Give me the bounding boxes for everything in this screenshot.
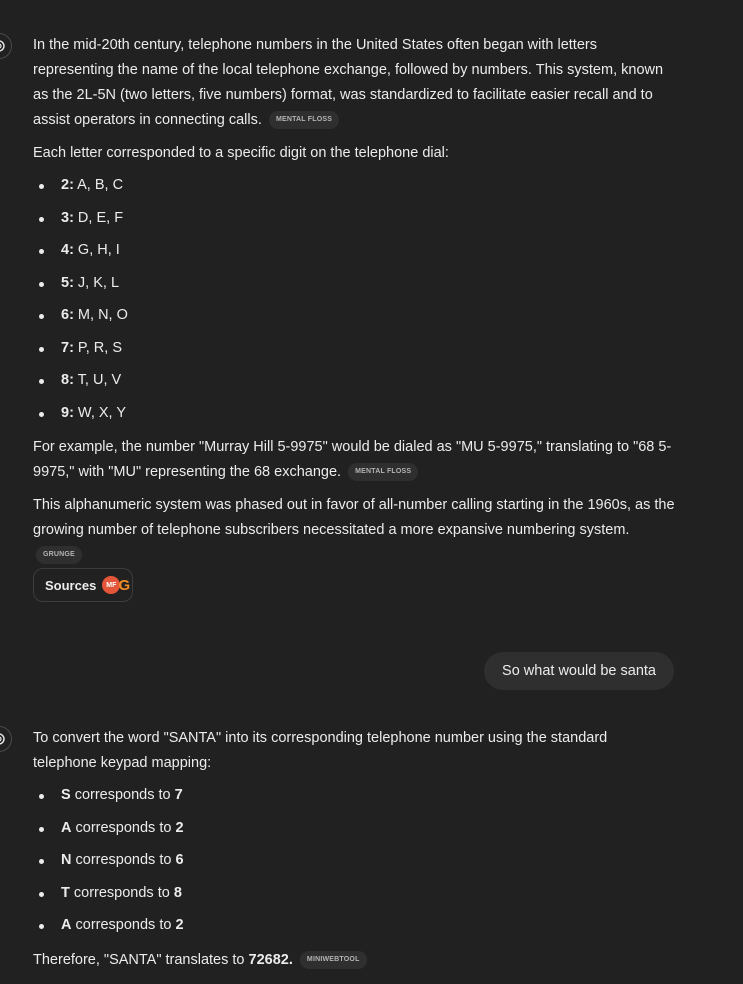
grunge-favicon-icon: G — [118, 576, 131, 594]
paragraph: Each letter corresponded to a specific d… — [33, 145, 449, 161]
user-message-text: So what would be santa — [502, 663, 656, 679]
openai-logo-icon — [0, 733, 5, 745]
user-message-bubble: So what would be santa — [484, 652, 674, 690]
list-item: 9: W, X, Y — [33, 401, 678, 434]
dial-list: 2: A, B, C 3: D, E, F 4: G, H, I 5: J, K… — [33, 173, 678, 433]
citation-pill-miniwebtool[interactable]: MINIWEBTOOL — [299, 950, 367, 969]
conclusion-number: 72682. — [248, 951, 293, 968]
citation-pill-grunge[interactable]: GRUNGE — [36, 546, 82, 565]
assistant-message-1: In the mid-20th century, telephone numbe… — [33, 33, 678, 568]
list-item: 7: P, R, S — [33, 336, 678, 369]
paragraph: In the mid-20th century, telephone numbe… — [33, 33, 678, 133]
list-item: 6: M, N, O — [33, 303, 678, 336]
list-item: A corresponds to 2 — [33, 816, 633, 849]
mapping-list: S corresponds to 7 A corresponds to 2 N … — [33, 783, 633, 946]
assistant-avatar — [0, 726, 12, 752]
list-item: 4: G, H, I — [33, 238, 678, 271]
openai-logo-icon — [0, 40, 5, 52]
list-item: 8: T, U, V — [33, 368, 678, 401]
conclusion: Therefore, "SANTA" translates to 72682. … — [33, 948, 633, 973]
source-favicons: MF G — [102, 576, 131, 594]
paragraph: To convert the word "SANTA" into its cor… — [33, 730, 608, 771]
assistant-message-2: To convert the word "SANTA" into its cor… — [33, 726, 633, 973]
paragraph: For example, the number "Murray Hill 5-9… — [33, 439, 672, 482]
list-item: 3: D, E, F — [33, 206, 678, 239]
list-item: 5: J, K, L — [33, 271, 678, 304]
sources-button[interactable]: Sources MF G — [33, 568, 133, 602]
sources-label: Sources — [45, 577, 97, 593]
paragraph: This alphanumeric system was phased out … — [33, 493, 678, 568]
list-item: A corresponds to 2 — [33, 913, 633, 946]
list-item: 2: A, B, C — [33, 173, 678, 206]
assistant-avatar — [0, 33, 12, 59]
citation-pill-mental-floss[interactable]: MENTAL FLOSS — [348, 463, 419, 482]
list-item: T corresponds to 8 — [33, 881, 633, 914]
paragraph-text: In the mid-20th century, telephone numbe… — [33, 37, 664, 128]
list-item: S corresponds to 7 — [33, 783, 633, 816]
list-item: N corresponds to 6 — [33, 848, 633, 881]
citation-pill-mental-floss[interactable]: MENTAL FLOSS — [268, 111, 340, 130]
